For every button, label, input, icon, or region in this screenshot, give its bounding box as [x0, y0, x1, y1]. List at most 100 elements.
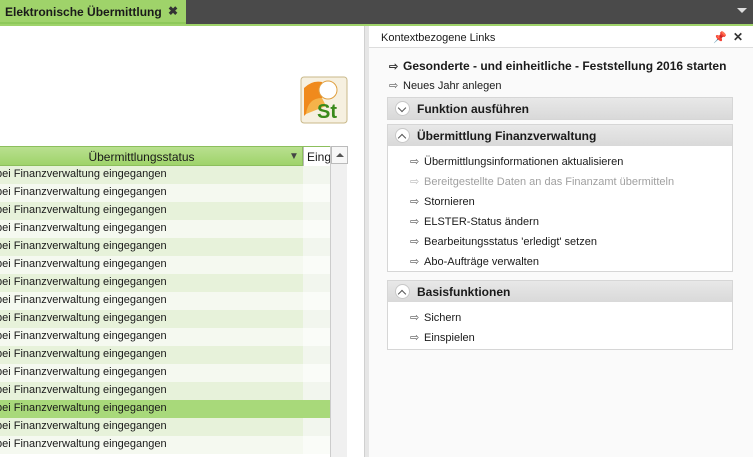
arrow-right-icon: ⇨ — [410, 156, 420, 168]
tab-menu-dropdown-icon[interactable] — [737, 8, 747, 13]
section-basisfunktionen: Basisfunktionen ⇨ Sichern ⇨ Einspielen — [387, 280, 733, 350]
link-abo-auftraege[interactable]: ⇨ Abo-Aufträge verwalten — [410, 255, 539, 268]
link-stornieren[interactable]: ⇨ Stornieren — [410, 195, 475, 208]
start-feststellung-link[interactable]: ⇨ Gesonderte - und einheitliche - Festste… — [389, 59, 726, 73]
table-row[interactable]: bei Finanzverwaltung eingegangen — [0, 346, 330, 364]
tax-module-logo-icon: St — [300, 76, 348, 124]
table-row[interactable]: bei Finanzverwaltung eingegangen — [0, 328, 330, 346]
document-tab-strip: Elektronische Übermittlung ✖ — [0, 0, 753, 24]
table-row[interactable]: bei Finanzverwaltung eingegangen — [0, 184, 330, 202]
close-icon[interactable]: ✕ — [733, 30, 743, 44]
eingang-cell — [303, 328, 330, 346]
table-row[interactable]: bei Finanzverwaltung eingegangen — [0, 274, 330, 292]
link-label: ELSTER-Status ändern — [424, 216, 539, 228]
tab-title: Elektronische Übermittlung — [5, 5, 162, 19]
neues-jahr-label: Neues Jahr anlegen — [403, 80, 502, 92]
chevron-up-icon[interactable] — [395, 128, 410, 143]
table-row[interactable]: bei Finanzverwaltung eingegangen — [0, 166, 330, 184]
eingang-cell — [303, 256, 330, 274]
eingang-cell — [303, 436, 330, 454]
status-cell: bei Finanzverwaltung eingegangen — [0, 238, 303, 256]
table-row[interactable]: bei Finanzverwaltung eingegangen — [0, 256, 330, 274]
section-uebermittlung: Übermittlung Finanzverwaltung ⇨ Übermittl… — [387, 124, 733, 272]
link-daten-uebermitteln: ⇨ Bereitgestellte Daten an das Finanzamt … — [410, 175, 674, 188]
start-feststellung-label: Gesonderte - und einheitliche - Feststel… — [403, 59, 727, 73]
context-panel-title: Kontextbezogene Links — [381, 32, 496, 44]
status-cell: bei Finanzverwaltung eingegangen — [0, 166, 303, 184]
column-header-status-label: Übermittlungsstatus — [88, 150, 195, 164]
status-cell: bei Finanzverwaltung eingegangen — [0, 202, 303, 220]
link-elster-status-aendern[interactable]: ⇨ ELSTER-Status ändern — [410, 215, 539, 228]
link-label: Bereitgestellte Daten an das Finanzamt ü… — [424, 176, 675, 188]
section-funktion-header[interactable]: Funktion ausführen — [388, 98, 732, 119]
column-header-eingang[interactable]: Eing — [303, 147, 330, 166]
chevron-down-icon[interactable] — [395, 101, 410, 116]
transmission-grid: Übermittlungsstatus ▼ Eing bei Finanzver… — [0, 146, 348, 457]
table-row[interactable]: bei Finanzverwaltung eingegangen — [0, 238, 330, 256]
eingang-cell — [303, 382, 330, 400]
link-sichern[interactable]: ⇨ Sichern — [410, 311, 461, 324]
link-label: Sichern — [424, 312, 462, 324]
arrow-right-icon: ⇨ — [389, 80, 399, 92]
table-row[interactable]: bei Finanzverwaltung eingegangen — [0, 382, 330, 400]
table-row[interactable]: bei Finanzverwaltung eingegangen — [0, 292, 330, 310]
arrow-right-icon: ⇨ — [410, 216, 420, 228]
status-cell: bei Finanzverwaltung eingegangen — [0, 418, 303, 436]
table-row[interactable]: bei Finanzverwaltung eingegangen — [0, 364, 330, 382]
status-cell: bei Finanzverwaltung eingegangen — [0, 256, 303, 274]
scroll-up-icon[interactable] — [331, 146, 348, 164]
eingang-cell — [303, 400, 330, 418]
status-cell: bei Finanzverwaltung eingegangen — [0, 184, 303, 202]
section-basis-label: Basisfunktionen — [417, 285, 511, 299]
grid-rows: bei Finanzverwaltung eingegangen bei Fina… — [0, 166, 330, 454]
section-basis-header[interactable]: Basisfunktionen — [388, 281, 732, 302]
context-panel-header: Kontextbezogene Links 📌 ✕ — [369, 26, 753, 48]
tab-elektronische-uebermittlung[interactable]: Elektronische Übermittlung ✖ — [0, 0, 186, 24]
arrow-right-icon: ⇨ — [410, 312, 420, 324]
status-cell: bei Finanzverwaltung eingegangen — [0, 328, 303, 346]
link-einspielen[interactable]: ⇨ Einspielen — [410, 331, 475, 344]
link-label: Übermittlungsinformationen aktualisieren — [424, 156, 624, 168]
link-label: Bearbeitungsstatus 'erledigt' setzen — [424, 236, 597, 248]
chevron-up-icon[interactable] — [395, 284, 410, 299]
status-cell: bei Finanzverwaltung eingegangen — [0, 382, 303, 400]
grid-vertical-scrollbar[interactable] — [330, 146, 348, 457]
link-label: Stornieren — [424, 196, 475, 208]
table-row[interactable]: bei Finanzverwaltung eingegangen — [0, 400, 330, 418]
table-row[interactable]: bei Finanzverwaltung eingegangen — [0, 436, 330, 454]
eingang-cell — [303, 274, 330, 292]
table-row[interactable]: bei Finanzverwaltung eingegangen — [0, 202, 330, 220]
eingang-cell — [303, 238, 330, 256]
eingang-cell — [303, 310, 330, 328]
arrow-right-icon: ⇨ — [410, 196, 420, 208]
status-cell: bei Finanzverwaltung eingegangen — [0, 436, 303, 454]
close-icon[interactable]: ✖ — [168, 4, 178, 18]
eingang-cell — [303, 166, 330, 184]
arrow-right-icon: ⇨ — [410, 176, 420, 188]
table-row[interactable]: bei Finanzverwaltung eingegangen — [0, 310, 330, 328]
eingang-cell — [303, 292, 330, 310]
section-uebermittlung-header[interactable]: Übermittlung Finanzverwaltung — [388, 125, 732, 146]
status-cell: bei Finanzverwaltung eingegangen — [0, 292, 303, 310]
link-label: Abo-Aufträge verwalten — [424, 256, 539, 268]
link-bearbeitungsstatus-erledigt[interactable]: ⇨ Bearbeitungsstatus 'erledigt' setzen — [410, 235, 597, 248]
eingang-cell — [303, 184, 330, 202]
eingang-cell — [303, 220, 330, 238]
table-row[interactable]: bei Finanzverwaltung eingegangen — [0, 220, 330, 238]
status-cell: bei Finanzverwaltung eingegangen — [0, 310, 303, 328]
arrow-right-icon: ⇨ — [410, 256, 420, 268]
link-uebermittlungsinfo-aktualisieren[interactable]: ⇨ Übermittlungsinformationen aktualisiere… — [410, 155, 623, 168]
eingang-cell — [303, 364, 330, 382]
eingang-cell — [303, 418, 330, 436]
column-header-status[interactable]: Übermittlungsstatus ▼ — [0, 147, 303, 166]
status-cell: bei Finanzverwaltung eingegangen — [0, 274, 303, 292]
neues-jahr-link[interactable]: ⇨ Neues Jahr anlegen — [389, 79, 501, 92]
arrow-right-icon: ⇨ — [410, 332, 420, 344]
status-cell: bei Finanzverwaltung eingegangen — [0, 400, 303, 418]
eingang-cell — [303, 346, 330, 364]
section-uebermittlung-label: Übermittlung Finanzverwaltung — [417, 129, 597, 143]
pin-icon[interactable]: 📌 — [713, 31, 727, 44]
filter-icon[interactable]: ▼ — [289, 151, 299, 162]
status-cell: bei Finanzverwaltung eingegangen — [0, 346, 303, 364]
table-row[interactable]: bei Finanzverwaltung eingegangen — [0, 418, 330, 436]
